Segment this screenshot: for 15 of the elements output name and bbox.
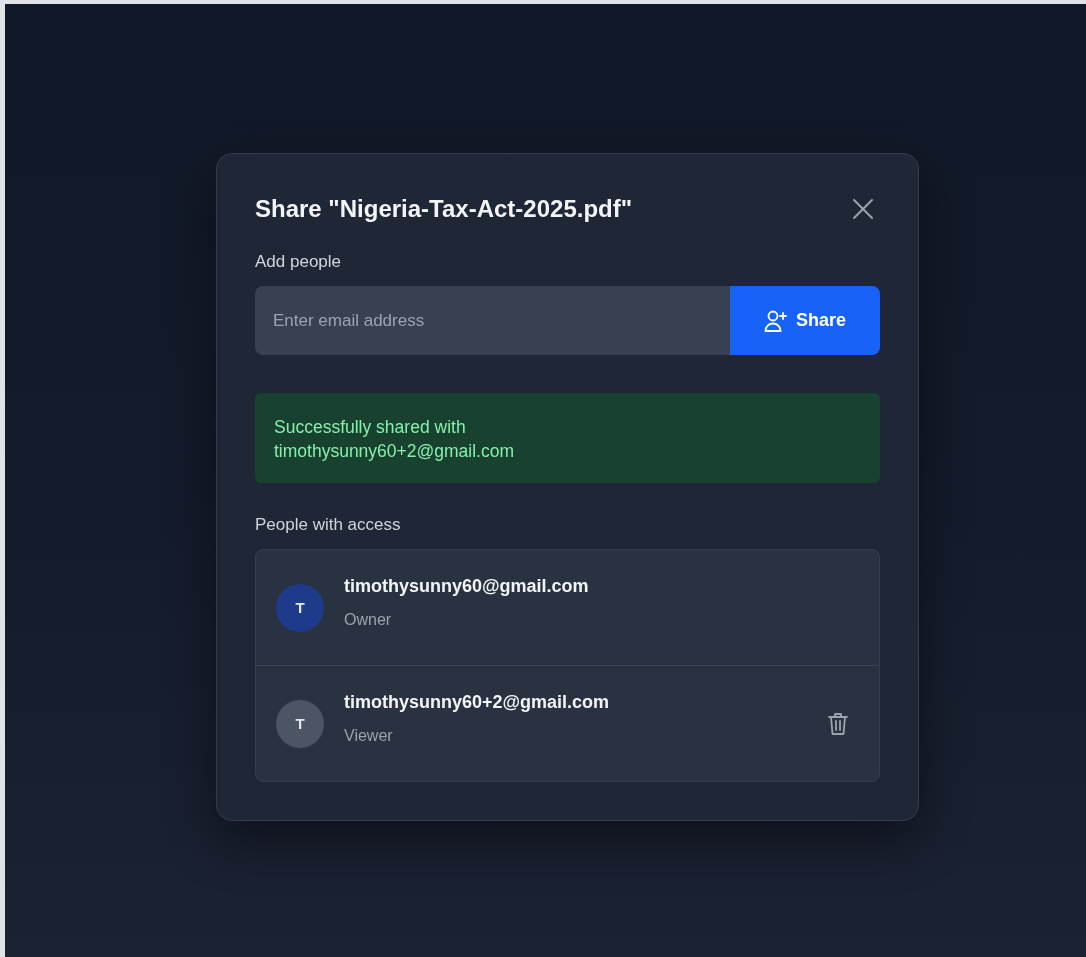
person-role: Owner: [344, 611, 393, 629]
person-role: Viewer: [344, 727, 394, 745]
access-label: People with access: [255, 515, 402, 535]
add-people-label: Add people: [255, 252, 343, 272]
dialog-title: Share "Nigeria-Tax-Act-2025.pdf": [255, 195, 633, 223]
avatar: T: [276, 583, 324, 632]
person-email: timothysunny60+2@gmail.com: [344, 692, 611, 713]
share-button[interactable]: Share: [730, 286, 880, 355]
add-user-icon: [764, 309, 788, 332]
trash-icon: [827, 710, 849, 737]
avatar: T: [276, 699, 324, 748]
email-field[interactable]: Enter email address: [255, 286, 730, 355]
success-message: Successfully shared with timothysunny60+2@gmail.com: [255, 393, 880, 483]
close-icon: [852, 198, 874, 220]
person-email: timothysunny60@gmail.com: [344, 576, 590, 597]
